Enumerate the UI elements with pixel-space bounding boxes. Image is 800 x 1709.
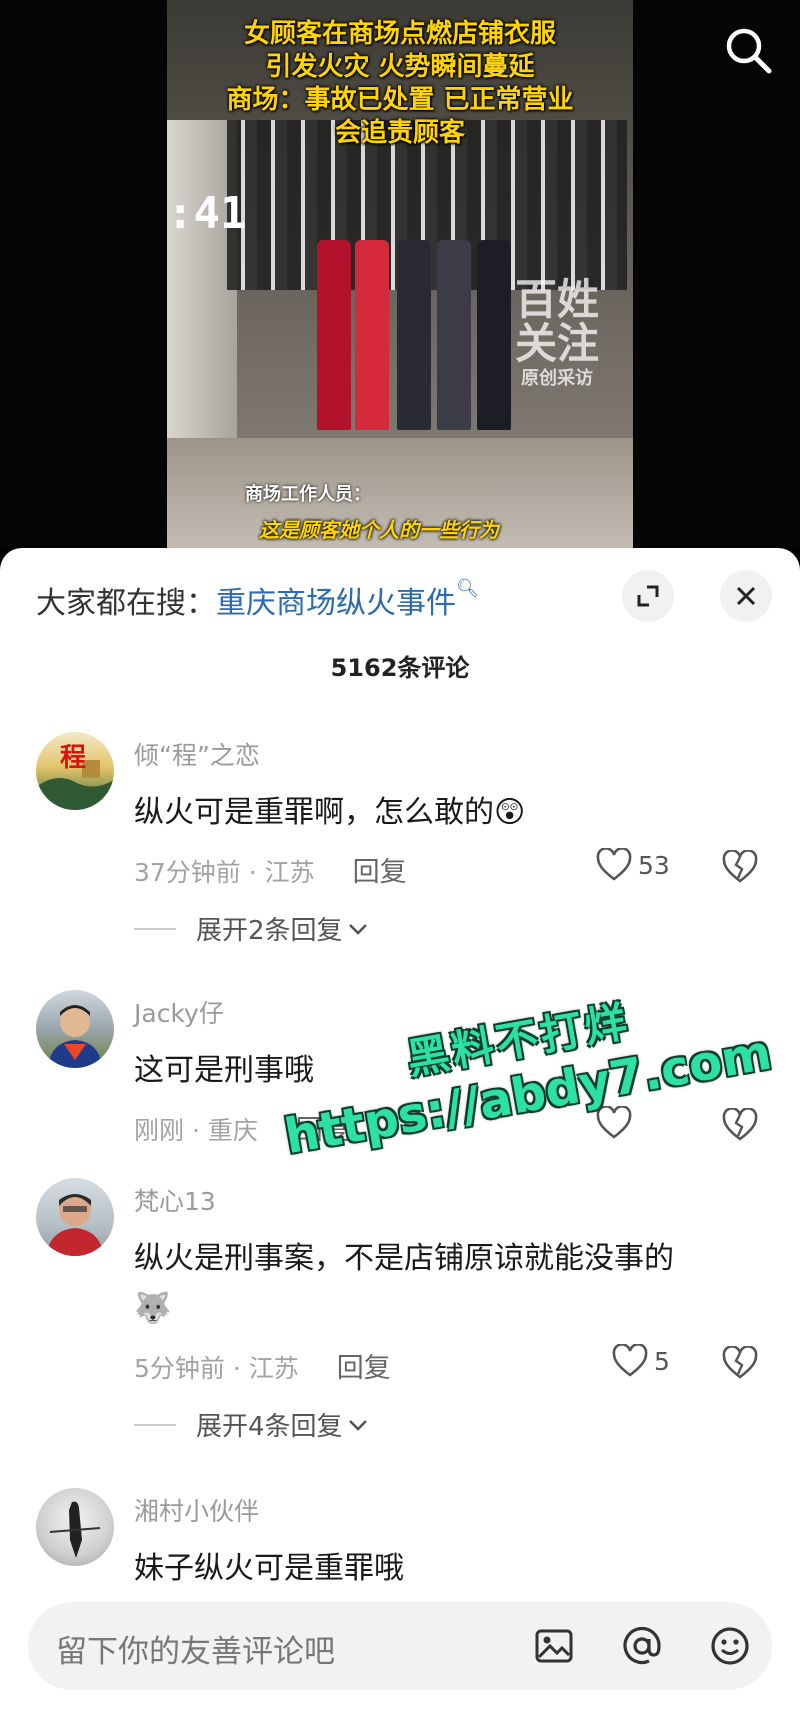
like-button[interactable]: 5 [612, 1344, 670, 1378]
watermark-line: 百姓 [515, 275, 600, 324]
trending-prefix: 大家都在搜： [36, 586, 216, 621]
comment-input-placeholder[interactable]: 留下你的友善评论吧 [56, 1626, 335, 1671]
chevron-down-icon [348, 923, 367, 935]
like-button[interactable]: 53 [596, 848, 670, 882]
avatar-image: 程 [36, 743, 114, 810]
headline-line: 会追责顾客 [334, 118, 465, 148]
divider [134, 927, 176, 930]
expand-icon [637, 585, 659, 607]
subtitle-speaker: 商场工作人员： [245, 484, 371, 505]
comment-author[interactable]: Jacky仔 [134, 994, 224, 1030]
watermark-tagline: 原创采访 [521, 368, 593, 390]
svg-text:程: 程 [60, 743, 86, 773]
comment-meta: 5分钟前 · 江苏 回复 [134, 1346, 391, 1385]
like-count: 5 [654, 1346, 670, 1376]
comment-body: 纵火是刑事案，不是店铺原谅就能没事的 [134, 1241, 674, 1276]
comment-text: 妹子纵火可是重罪哦 [134, 1551, 404, 1586]
divider [134, 1423, 176, 1426]
expand-replies[interactable]: 展开4条回复 [134, 1406, 369, 1443]
like-button[interactable] [596, 1106, 638, 1140]
video-headline: 女顾客在商场点燃店铺衣服 引发火灾 火势瞬间蔓延 商场：事故已处置 已正常营业 … [197, 18, 603, 150]
mention-button[interactable] [616, 1620, 668, 1672]
trending-search: 大家都在搜：重庆商场纵火事件🔍︎ [36, 578, 479, 622]
video-scene-rack [317, 200, 517, 460]
expand-button[interactable] [622, 570, 674, 622]
comment-author[interactable]: 湘村小伙伴 [134, 1492, 259, 1528]
avatar[interactable] [36, 1178, 114, 1256]
headline-line: 商场：事故已处置 已正常营业 [226, 85, 574, 115]
comment-time-location: 5分钟前 · 江苏 [134, 1354, 299, 1383]
comment-input-bar[interactable]: 留下你的友善评论吧 [28, 1602, 772, 1690]
headline-line: 女顾客在商场点燃店铺衣服 [243, 19, 556, 49]
comment-time-location: 刚刚 · 重庆 [134, 1116, 258, 1145]
heart-icon [596, 848, 632, 881]
watermark-line: 关注 [515, 319, 600, 369]
video-timestamp: :41 [167, 188, 247, 239]
avatar[interactable] [36, 1488, 114, 1566]
at-icon [623, 1626, 661, 1665]
comment-author[interactable]: 梵心13 [134, 1182, 216, 1218]
comment-text: 纵火可是重罪啊，怎么敢的😲 [134, 788, 754, 838]
video-player[interactable]: :41 女顾客在商场点燃店铺衣服 引发火灾 火势瞬间蔓延 商场：事故已处置 已正… [0, 0, 800, 548]
close-icon [736, 586, 756, 606]
comment-count: 5162条评论 [330, 654, 470, 682]
image-button[interactable] [528, 1620, 580, 1672]
comment-body: 纵火可是重罪啊，怎么敢的 [134, 795, 494, 830]
avatar[interactable]: 程 [36, 732, 114, 810]
avatar-image [46, 1194, 104, 1256]
expand-replies-label: 展开4条回复 [196, 1412, 343, 1442]
avatar-image [48, 1005, 102, 1068]
headline-line: 引发火灾 火势瞬间蔓延 [265, 52, 535, 82]
broken-heart-icon[interactable] [722, 1108, 758, 1142]
broken-heart-icon[interactable] [722, 850, 758, 884]
comment-emoji: 🐺 [134, 1291, 172, 1326]
chevron-down-icon [348, 1419, 367, 1431]
reply-button[interactable]: 回复 [353, 857, 407, 888]
image-icon [535, 1629, 573, 1663]
trending-link[interactable]: 重庆商场纵火事件 [216, 586, 456, 621]
like-count: 53 [638, 850, 670, 880]
heart-icon [596, 1106, 632, 1139]
expand-replies[interactable]: 展开2条回复 [134, 910, 369, 947]
comment-author[interactable]: 倾“程”之恋 [134, 736, 260, 772]
search-small-icon[interactable]: 🔍︎ [456, 578, 479, 599]
video-frame[interactable]: :41 女顾客在商场点燃店铺衣服 引发火灾 火势瞬间蔓延 商场：事故已处置 已正… [167, 0, 633, 548]
comment-text: 纵火是刑事案，不是店铺原谅就能没事的 🐺 [134, 1234, 754, 1334]
reply-button[interactable]: 回复 [337, 1353, 391, 1384]
channel-watermark: 百姓 关注 原创采访 [515, 275, 600, 390]
search-icon[interactable] [722, 24, 774, 76]
close-button[interactable] [720, 570, 772, 622]
emoji-button[interactable] [704, 1620, 756, 1672]
comment-time-location: 37分钟前 · 江苏 [134, 858, 315, 887]
heart-icon [612, 1344, 648, 1377]
avatar-image [49, 1501, 101, 1558]
comment-emoji: 😲 [494, 795, 526, 830]
comment-meta: 37分钟前 · 江苏 回复 [134, 850, 407, 889]
expand-replies-label: 展开2条回复 [196, 916, 343, 946]
subtitle-line: 这是顾客她个人的一些行为 [259, 518, 499, 542]
emoji-icon [711, 1627, 749, 1665]
avatar[interactable] [36, 990, 114, 1068]
broken-heart-icon[interactable] [722, 1346, 758, 1380]
